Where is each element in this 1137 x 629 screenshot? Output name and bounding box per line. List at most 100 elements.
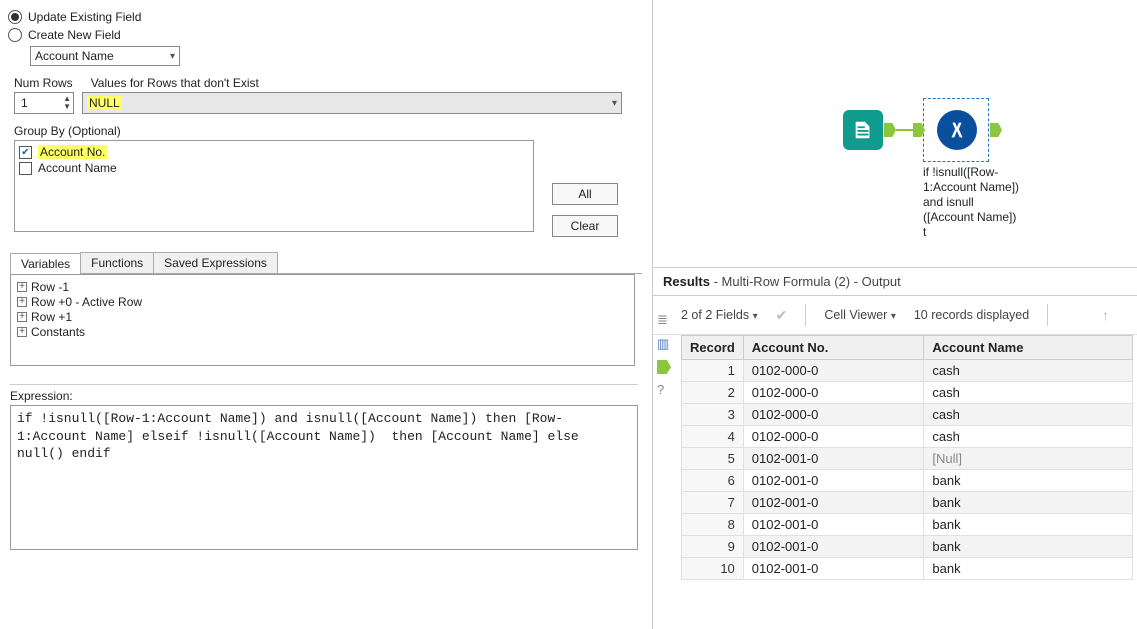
cell-record: 6 <box>682 470 744 492</box>
fields-dropdown[interactable]: 2 of 2 Fields ▾ <box>681 308 758 322</box>
cell-account-name: bank <box>924 536 1133 558</box>
table-row[interactable]: 40102-000-0cash <box>682 426 1133 448</box>
tree-item-label: Row +0 - Active Row <box>31 295 142 309</box>
cell-record: 1 <box>682 360 744 382</box>
tree-expand-icon: + <box>17 312 27 322</box>
all-button[interactable]: All <box>552 183 618 205</box>
output-anchor-icon[interactable] <box>990 123 1002 137</box>
cell-account-no: 0102-000-0 <box>743 382 924 404</box>
cell-account-no: 0102-001-0 <box>743 536 924 558</box>
cell-viewer-dropdown[interactable]: Cell Viewer ▾ <box>824 308 896 322</box>
tool-annotation: if !isnull([Row-1:Account Name]) and isn… <box>923 165 1023 240</box>
table-row[interactable]: 80102-001-0bank <box>682 514 1133 536</box>
input-data-tool-icon[interactable] <box>843 110 883 150</box>
records-displayed-text: 10 records displayed <box>914 308 1029 322</box>
cell-account-no: 0102-000-0 <box>743 426 924 448</box>
results-subtitle: - Multi-Row Formula (2) - Output <box>714 274 901 289</box>
col-header-record[interactable]: Record <box>682 336 744 360</box>
cell-account-no: 0102-000-0 <box>743 404 924 426</box>
chevron-down-icon: ▾ <box>170 51 175 62</box>
tab-variables[interactable]: Variables <box>10 253 81 274</box>
table-row[interactable]: 20102-000-0cash <box>682 382 1133 404</box>
table-row[interactable]: 30102-000-0cash <box>682 404 1133 426</box>
cell-account-name: cash <box>924 382 1133 404</box>
metadata-icon[interactable]: ▥ <box>657 336 671 352</box>
chevron-down-icon: ▾ <box>612 98 617 109</box>
expression-label: Expression: <box>10 384 638 403</box>
table-row[interactable]: 10102-000-0cash <box>682 360 1133 382</box>
values-missing-dropdown[interactable]: NULL ▾ <box>82 92 622 114</box>
groupby-item-account-name[interactable]: Account Name <box>19 161 529 175</box>
cell-account-no: 0102-000-0 <box>743 360 924 382</box>
cell-account-name: [Null] <box>924 448 1133 470</box>
cell-account-no: 0102-001-0 <box>743 448 924 470</box>
num-rows-value: 1 <box>21 96 28 110</box>
cell-account-name: bank <box>924 492 1133 514</box>
cell-record: 9 <box>682 536 744 558</box>
results-table[interactable]: Record Account No. Account Name 10102-00… <box>681 335 1133 580</box>
groupby-listbox[interactable]: ✔ Account No. Account Name <box>14 140 534 232</box>
num-rows-spinner[interactable]: 1 ▲▼ <box>14 92 74 114</box>
tab-saved-expressions[interactable]: Saved Expressions <box>153 252 278 273</box>
table-row[interactable]: 100102-001-0bank <box>682 558 1133 580</box>
help-icon[interactable]: ? <box>657 382 671 397</box>
tree-item-label: Row -1 <box>31 280 69 294</box>
cell-account-name: bank <box>924 558 1133 580</box>
cell-record: 7 <box>682 492 744 514</box>
tree-item-row-0[interactable]: + Row +0 - Active Row <box>17 295 628 309</box>
groupby-label: Group By (Optional) <box>14 124 642 138</box>
col-header-account-no[interactable]: Account No. <box>743 336 924 360</box>
groupby-item-account-no[interactable]: ✔ Account No. <box>19 145 529 159</box>
values-missing-value: NULL <box>87 96 122 110</box>
cell-record: 2 <box>682 382 744 404</box>
tree-item-constants[interactable]: + Constants <box>17 325 628 339</box>
cell-account-no: 0102-001-0 <box>743 558 924 580</box>
values-missing-label: Values for Rows that don't Exist <box>91 76 259 90</box>
tree-item-row-plus-1[interactable]: + Row +1 <box>17 310 628 324</box>
radio-label: Create New Field <box>28 28 121 42</box>
radio-update-existing[interactable]: Update Existing Field <box>8 10 642 24</box>
cell-account-no: 0102-001-0 <box>743 470 924 492</box>
apply-icon[interactable]: ✔ <box>776 307 788 324</box>
tree-item-label: Constants <box>31 325 85 339</box>
cell-record: 3 <box>682 404 744 426</box>
tree-expand-icon: + <box>17 327 27 337</box>
cell-account-name: bank <box>924 514 1133 536</box>
tree-item-row-minus-1[interactable]: + Row -1 <box>17 280 628 294</box>
multi-row-formula-tool-icon[interactable] <box>937 110 977 150</box>
input-anchor-icon[interactable] <box>657 360 671 374</box>
cell-account-name: cash <box>924 360 1133 382</box>
radio-create-new[interactable]: Create New Field <box>8 28 642 42</box>
field-select-value: Account Name <box>35 49 114 63</box>
groupby-item-label: Account No. <box>38 145 107 159</box>
clear-button[interactable]: Clear <box>552 215 618 237</box>
cell-record: 5 <box>682 448 744 470</box>
cell-account-name: cash <box>924 426 1133 448</box>
num-rows-label: Num Rows <box>14 76 73 90</box>
table-row[interactable]: 50102-001-0[Null] <box>682 448 1133 470</box>
variables-tree[interactable]: + Row -1 + Row +0 - Active Row + Row +1 … <box>10 274 635 366</box>
cell-record: 4 <box>682 426 744 448</box>
results-header: Results - Multi-Row Formula (2) - Output <box>653 267 1137 296</box>
list-icon[interactable]: ≣ <box>657 312 671 328</box>
tree-expand-icon: + <box>17 297 27 307</box>
col-header-account-name[interactable]: Account Name <box>924 336 1133 360</box>
cell-record: 10 <box>682 558 744 580</box>
tree-expand-icon: + <box>17 282 27 292</box>
radio-label: Update Existing Field <box>28 10 141 24</box>
results-title: Results <box>663 274 710 289</box>
sort-up-icon[interactable]: ↑ <box>1102 307 1109 323</box>
cell-account-no: 0102-001-0 <box>743 514 924 536</box>
output-anchor-icon[interactable] <box>884 123 896 137</box>
checkbox-checked-icon: ✔ <box>19 146 32 159</box>
table-row[interactable]: 90102-001-0bank <box>682 536 1133 558</box>
cell-account-name: cash <box>924 404 1133 426</box>
workflow-canvas[interactable]: if !isnull([Row-1:Account Name]) and isn… <box>653 0 1137 267</box>
checkbox-empty-icon <box>19 162 32 175</box>
cell-record: 8 <box>682 514 744 536</box>
table-row[interactable]: 70102-001-0bank <box>682 492 1133 514</box>
expression-editor[interactable]: if !isnull([Row-1:Account Name]) and isn… <box>10 405 638 550</box>
table-row[interactable]: 60102-001-0bank <box>682 470 1133 492</box>
tab-functions[interactable]: Functions <box>80 252 154 273</box>
field-select-dropdown[interactable]: Account Name ▾ <box>30 46 180 66</box>
